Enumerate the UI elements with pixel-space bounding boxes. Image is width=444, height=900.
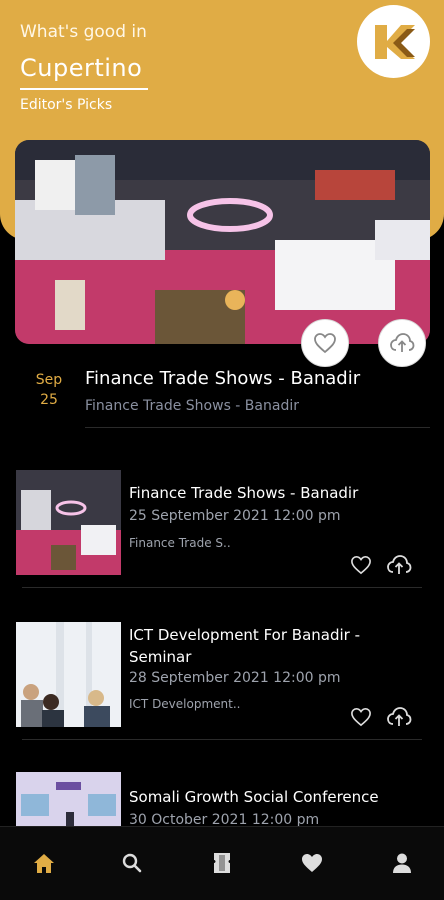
share-button[interactable] <box>386 553 412 577</box>
bottom-tab-bar <box>0 826 444 900</box>
featured-share-button[interactable] <box>378 319 426 367</box>
tab-tickets[interactable] <box>208 849 236 877</box>
tab-home[interactable] <box>30 849 58 877</box>
city-selector[interactable]: Cupertino <box>20 54 142 82</box>
divider <box>22 587 422 588</box>
event-thumbnail[interactable] <box>16 622 121 727</box>
featured-date: Sep 25 <box>20 370 78 410</box>
cloud-upload-icon <box>390 333 415 352</box>
event-date: 25 September 2021 12:00 pm <box>129 508 341 524</box>
featured-title[interactable]: Finance Trade Shows - Banadir <box>85 368 360 389</box>
event-snippet: Finance Trade S.. <box>129 536 231 550</box>
heart-icon <box>351 555 371 575</box>
event-title[interactable]: ICT Development For Banadir - Seminar <box>129 624 414 668</box>
profile-icon <box>393 853 411 873</box>
home-icon <box>34 854 54 873</box>
section-title: Editor's Picks <box>20 97 113 113</box>
heart-icon <box>302 854 322 872</box>
app-logo[interactable] <box>357 5 430 78</box>
search-icon <box>122 853 142 873</box>
heart-icon <box>314 333 336 354</box>
like-button[interactable] <box>348 705 374 729</box>
divider <box>22 739 422 740</box>
event-title[interactable]: Somali Growth Social Conference <box>129 786 414 808</box>
tab-favorites[interactable] <box>298 849 326 877</box>
tab-profile[interactable] <box>388 849 416 877</box>
event-date: 28 September 2021 12:00 pm <box>129 670 341 686</box>
tab-search[interactable] <box>118 849 146 877</box>
featured-month: Sep <box>35 372 63 388</box>
featured-day: 25 <box>40 392 58 408</box>
cloud-upload-icon <box>387 707 412 726</box>
event-thumbnail[interactable] <box>16 772 121 826</box>
city-underline <box>20 88 148 90</box>
greeting-text: What's good in <box>20 22 147 42</box>
featured-subtitle: Finance Trade Shows - Banadir <box>85 398 299 414</box>
ticket-icon <box>214 853 230 873</box>
event-thumbnail[interactable] <box>16 470 121 575</box>
like-button[interactable] <box>348 553 374 577</box>
divider <box>85 427 430 428</box>
heart-icon <box>351 707 371 727</box>
featured-event-image[interactable] <box>15 140 430 344</box>
event-title[interactable]: Finance Trade Shows - Banadir <box>129 482 414 504</box>
cloud-upload-icon <box>387 555 412 574</box>
event-snippet: ICT Development.. <box>129 697 241 711</box>
featured-like-button[interactable] <box>301 319 349 367</box>
share-button[interactable] <box>386 705 412 729</box>
